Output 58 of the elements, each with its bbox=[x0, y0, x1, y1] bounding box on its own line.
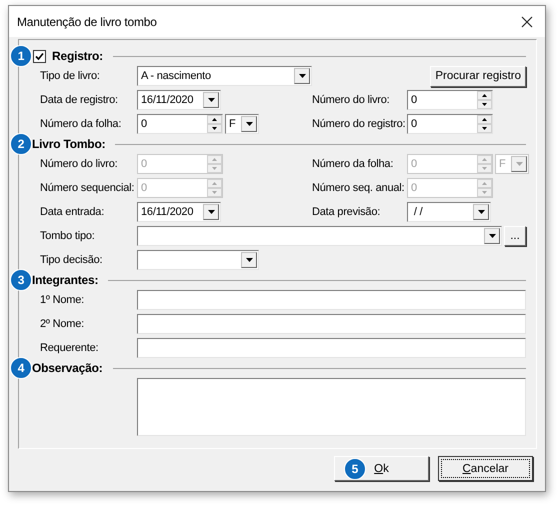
field-label: Tipo decisão: bbox=[40, 254, 104, 266]
field-label: 2º Nome: bbox=[40, 318, 85, 330]
search-record-button[interactable]: Procurar registro bbox=[430, 66, 526, 86]
spin-up-icon[interactable] bbox=[482, 118, 487, 121]
input-field[interactable] bbox=[137, 314, 526, 334]
field-label: Número do livro: bbox=[312, 94, 390, 106]
dropdown-arrow-icon[interactable] bbox=[488, 234, 496, 238]
checkbox[interactable] bbox=[33, 50, 46, 62]
dropdown[interactable] bbox=[137, 250, 259, 270]
input-field[interactable] bbox=[137, 338, 526, 358]
step-badge: 1 bbox=[10, 45, 32, 67]
spin-down-icon[interactable] bbox=[482, 103, 487, 106]
sheet-side-dropdown[interactable]: F bbox=[225, 114, 259, 134]
browse-button[interactable]: ... bbox=[504, 226, 526, 246]
date-field[interactable]: 16/11/2020 bbox=[137, 202, 221, 222]
field-label: Tombo tipo: bbox=[40, 230, 96, 242]
field-label: Número da folha: bbox=[40, 118, 122, 130]
cancel-button[interactable]: Cancelar bbox=[438, 456, 533, 481]
field-label: Data de registro: bbox=[40, 94, 119, 106]
step-badge: 4 bbox=[10, 357, 32, 379]
dropdown[interactable]: A - nascimento bbox=[137, 66, 312, 86]
field-label: Número do registro: bbox=[312, 118, 406, 130]
date-field[interactable]: 16/11/2020 bbox=[137, 90, 221, 110]
close-icon[interactable] bbox=[521, 16, 533, 28]
dropdown-arrow-icon[interactable] bbox=[478, 210, 484, 214]
field-label: Requerente: bbox=[40, 342, 100, 354]
input-field[interactable] bbox=[137, 290, 526, 310]
notes-field[interactable] bbox=[137, 378, 526, 436]
field-label: Número da folha: bbox=[312, 158, 394, 170]
spin-up-icon[interactable] bbox=[212, 118, 217, 121]
dropdown-arrow-icon[interactable] bbox=[208, 98, 214, 102]
dropdown[interactable] bbox=[137, 226, 502, 246]
step-badge: 2 bbox=[10, 133, 32, 155]
section-title: Registro: bbox=[52, 49, 103, 63]
field-label: Data entrada: bbox=[40, 206, 106, 218]
step-badge: 3 bbox=[10, 269, 32, 291]
window-title: Manutenção de livro tombo bbox=[17, 14, 157, 28]
number-field[interactable]: 0 bbox=[407, 114, 493, 134]
section-title: Livro Tombo: bbox=[32, 137, 106, 151]
spin-up-icon[interactable] bbox=[482, 94, 487, 97]
number-field[interactable]: 0 bbox=[407, 90, 493, 110]
dropdown-arrow-icon[interactable] bbox=[246, 122, 252, 126]
field-label: Número seq. anual: bbox=[312, 182, 406, 194]
ok-button[interactable]: 5 Ok bbox=[334, 456, 429, 481]
date-field[interactable]: / / bbox=[407, 202, 491, 222]
field-label: Número sequencial: bbox=[40, 182, 136, 194]
field-label: 1º Nome: bbox=[40, 294, 85, 306]
dropdown-arrow-icon[interactable] bbox=[298, 74, 306, 78]
section-title: Observação: bbox=[32, 361, 103, 375]
spin-down-icon[interactable] bbox=[212, 127, 217, 130]
field-label: Data previsão: bbox=[312, 206, 382, 218]
dropdown-arrow-icon[interactable] bbox=[246, 258, 252, 262]
field-label: Número do livro: bbox=[40, 158, 118, 170]
dropdown-arrow-icon[interactable] bbox=[208, 210, 214, 214]
section-title: Integrantes: bbox=[32, 273, 98, 287]
spin-down-icon[interactable] bbox=[482, 127, 487, 130]
number-field[interactable]: 0 bbox=[137, 114, 223, 134]
field-label: Tipo de livro: bbox=[40, 70, 101, 82]
